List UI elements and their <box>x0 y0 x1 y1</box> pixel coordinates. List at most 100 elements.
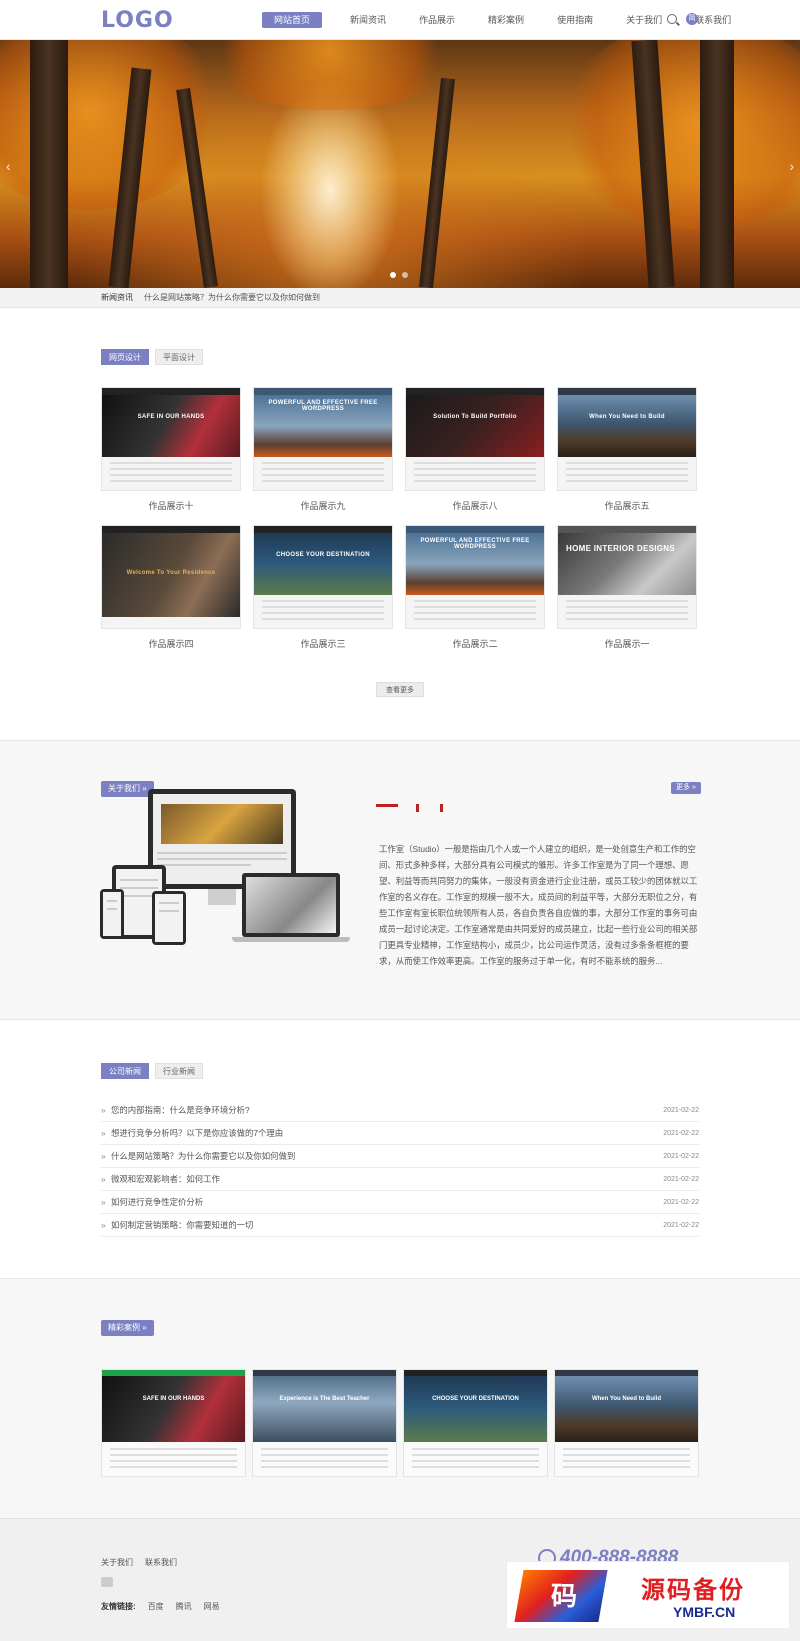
banner-dot[interactable] <box>402 272 408 278</box>
tab-web-design[interactable]: 网页设计 <box>101 349 149 365</box>
thumb-content <box>262 462 384 486</box>
thumb-content <box>414 600 536 624</box>
screen-line <box>107 900 117 902</box>
thumb-hero-text: Experience is The Best Teacher <box>279 1396 370 1402</box>
portfolio-card[interactable]: Solution To Build Portfolio 作品展示八 <box>405 387 545 512</box>
cases-section: 精彩案例 » SAFE IN OUR HANDS Experience is T… <box>0 1278 800 1518</box>
news-ticker: 新闻资讯 什么是网站策略？为什么你需要它以及你如何做到 <box>0 288 800 308</box>
portfolio-title[interactable]: 作品展示二 <box>405 637 545 650</box>
footer-link-about[interactable]: 关于我们 <box>101 1557 133 1568</box>
portfolio-card[interactable]: HOME INTERIOR DESIGNS 作品展示一 <box>557 525 697 650</box>
news-title[interactable]: 想进行竞争分析吗？以下是你应该做的7个理由 <box>111 1122 283 1145</box>
news-item[interactable]: » 如何进行竞争性定价分析 2021-02-22 <box>101 1191 699 1214</box>
bullet-icon: » <box>101 1197 106 1207</box>
banner-dot[interactable] <box>390 272 396 278</box>
thumb-nav <box>558 526 696 533</box>
news-item[interactable]: » 如何制定营销策略：你需要知道的一切 2021-02-22 <box>101 1214 699 1237</box>
banner-next-arrow[interactable]: › <box>789 158 794 174</box>
nav-about[interactable]: 关于我们 <box>621 12 667 28</box>
portfolio-title[interactable]: 作品展示九 <box>253 499 393 512</box>
view-more-button[interactable]: 查看更多 <box>376 682 424 697</box>
thumb-hero <box>102 395 240 457</box>
watermark-en-text: YMBF.CN <box>673 1604 736 1620</box>
portfolio-title[interactable]: 作品展示三 <box>253 637 393 650</box>
friend-link[interactable]: 网易 <box>204 1601 220 1612</box>
news-title[interactable]: 如何制定营销策略：你需要知道的一切 <box>111 1214 253 1237</box>
ticker-link[interactable]: 什么是网站策略？为什么你需要它以及你如何做到 <box>144 288 320 308</box>
thumb-hero-text: SAFE IN OUR HANDS <box>142 1396 205 1402</box>
screen-line <box>107 908 117 910</box>
news-item[interactable]: » 想进行竞争分析吗？以下是你应该做的7个理由 2021-02-22 <box>101 1122 699 1145</box>
portfolio-card[interactable]: CHOOSE YOUR DESTINATION 作品展示三 <box>253 525 393 650</box>
laptop-device <box>242 873 340 937</box>
screen-line <box>157 852 287 854</box>
site-logo[interactable]: LOGO <box>101 8 174 33</box>
nav-guide[interactable]: 使用指南 <box>552 12 598 28</box>
news-title[interactable]: 如何进行竞争性定价分析 <box>111 1191 203 1214</box>
tree-trunk <box>700 40 734 288</box>
case-card[interactable]: SAFE IN OUR HANDS <box>101 1369 246 1477</box>
news-item[interactable]: » 您的内部指南：什么是竞争环境分析? 2021-02-22 <box>101 1099 699 1122</box>
portfolio-thumbnail[interactable]: Solution To Build Portfolio <box>405 387 545 491</box>
thumb-nav <box>254 388 392 395</box>
thumb-hero-text: HOME INTERIOR DESIGNS <box>566 544 675 553</box>
portfolio-card[interactable]: POWERFUL AND EFFECTIVE FREE WORDPRESS 作品… <box>253 387 393 512</box>
news-title[interactable]: 微观和宏观影响者：如何工作 <box>111 1168 220 1191</box>
search-icon[interactable] <box>667 14 677 24</box>
desktop-screen <box>153 794 291 884</box>
portfolio-thumbnail[interactable]: POWERFUL AND EFFECTIVE FREE WORDPRESS <box>405 525 545 629</box>
portfolio-title[interactable]: 作品展示五 <box>557 499 697 512</box>
ticker-label: 新闻资讯 <box>101 293 133 302</box>
deco-bar <box>376 804 398 807</box>
tab-graphic-design[interactable]: 平面设计 <box>155 349 203 365</box>
case-card[interactable]: Experience is The Best Teacher <box>252 1369 397 1477</box>
portfolio-title[interactable]: 作品展示一 <box>557 637 697 650</box>
thumb-hero-text: When You Need to Build <box>591 1396 662 1402</box>
thumb-hero-text: Solution To Build Portfolio <box>433 414 517 420</box>
footer-link-contact[interactable]: 联系我们 <box>145 1557 177 1568</box>
nav-cases[interactable]: 精彩案例 <box>483 12 529 28</box>
thumb-content <box>110 462 232 486</box>
banner-prev-arrow[interactable]: ‹ <box>6 158 11 174</box>
thumb-hero <box>253 1376 396 1442</box>
screen-image <box>161 804 283 844</box>
about-section: 关于我们 » 更多 » 工作室（Studio）一般是指由几个人或一个人建立的组织… <box>0 740 800 1020</box>
portfolio-thumbnail[interactable]: CHOOSE YOUR DESTINATION <box>253 525 393 629</box>
nav-works[interactable]: 作品展示 <box>414 12 460 28</box>
portfolio-title[interactable]: 作品展示八 <box>405 499 545 512</box>
thumb-content <box>262 600 384 624</box>
portfolio-thumbnail[interactable]: When You Need to Build <box>557 387 697 491</box>
portfolio-thumbnail[interactable]: SAFE IN OUR HANDS <box>101 387 241 491</box>
wechat-icon[interactable] <box>101 1577 113 1587</box>
news-title[interactable]: 什么是网站策略？为什么你需要它以及你如何做到 <box>111 1145 295 1168</box>
portfolio-card[interactable]: POWERFUL AND EFFECTIVE FREE WORDPRESS 作品… <box>405 525 545 650</box>
nav-news[interactable]: 新闻资讯 <box>345 12 391 28</box>
screen-line <box>120 887 158 889</box>
case-card[interactable]: When You Need to Build <box>554 1369 699 1477</box>
cases-button[interactable]: 精彩案例 » <box>101 1320 154 1336</box>
foliage-right <box>560 40 800 230</box>
language-icon[interactable]: 简 <box>686 13 698 25</box>
news-title[interactable]: 您的内部指南：什么是竞争环境分析? <box>111 1099 250 1122</box>
case-card[interactable]: CHOOSE YOUR DESTINATION <box>403 1369 548 1477</box>
thumb-nav <box>102 526 240 533</box>
portfolio-card[interactable]: SAFE IN OUR HANDS 作品展示十 <box>101 387 241 512</box>
monitor-stand <box>208 889 236 905</box>
portfolio-title[interactable]: 作品展示十 <box>101 499 241 512</box>
nav-home[interactable]: 网站首页 <box>262 12 323 28</box>
portfolio-thumbnail[interactable]: HOME INTERIOR DESIGNS <box>557 525 697 629</box>
portfolio-thumbnail[interactable]: POWERFUL AND EFFECTIVE FREE WORDPRESS <box>253 387 393 491</box>
portfolio-card[interactable]: When You Need to Build 作品展示五 <box>557 387 697 512</box>
friend-link[interactable]: 百度 <box>148 1601 164 1612</box>
news-item[interactable]: » 微观和宏观影响者：如何工作 2021-02-22 <box>101 1168 699 1191</box>
about-more-button[interactable]: 更多 » <box>671 782 701 794</box>
friend-link[interactable]: 腾讯 <box>176 1601 192 1612</box>
tab-industry-news[interactable]: 行业新闻 <box>155 1063 203 1079</box>
news-date: 2021-02-22 <box>663 1153 699 1160</box>
tab-company-news[interactable]: 公司新闻 <box>101 1063 149 1079</box>
phone-screen <box>103 892 121 936</box>
news-item[interactable]: » 什么是网站策略？为什么你需要它以及你如何做到 2021-02-22 <box>101 1145 699 1168</box>
portfolio-title[interactable]: 作品展示四 <box>101 637 241 650</box>
portfolio-card[interactable]: Welcome To Your Residence 作品展示四 <box>101 525 241 650</box>
portfolio-thumbnail[interactable]: Welcome To Your Residence <box>101 525 241 629</box>
